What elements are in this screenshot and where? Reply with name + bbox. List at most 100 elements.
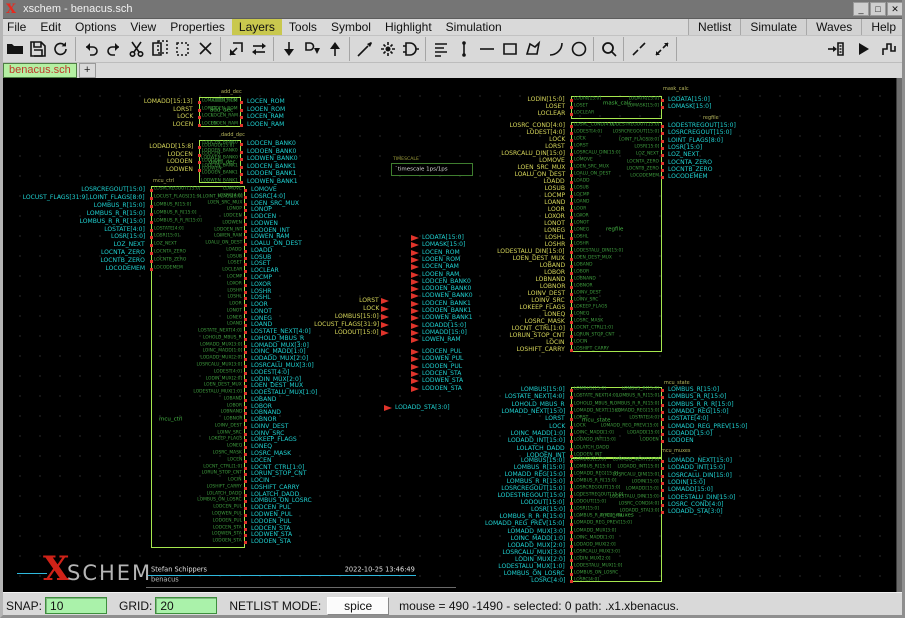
net-label[interactable]: LOCEN_ROM bbox=[422, 249, 460, 255]
net-label[interactable]: LOCODEMEM bbox=[105, 265, 145, 271]
net-label[interactable]: LODADD[15:0] bbox=[422, 322, 466, 328]
toolbar-zoom-box-icon[interactable] bbox=[627, 38, 650, 61]
grid-field[interactable]: 20 bbox=[155, 597, 217, 614]
net-label[interactable]: LOADD bbox=[251, 247, 272, 253]
net-label[interactable]: LODWEN_BANK0 bbox=[247, 155, 298, 161]
net-label[interactable]: LOMBUS_R_R[15:0] bbox=[668, 393, 726, 399]
net-label[interactable]: LOSHR bbox=[544, 241, 565, 247]
toolbar-zoom-full-icon[interactable] bbox=[650, 38, 673, 61]
net-label[interactable]: LONOT bbox=[544, 220, 565, 226]
net-label[interactable]: LOCUST_FLAGS[31:9],LOINT_FLAGS[8:0] bbox=[23, 194, 145, 200]
net-label[interactable]: LODESTREGOUT[15:0] bbox=[668, 122, 736, 128]
toolbar-pop-hierarchy-icon[interactable] bbox=[224, 38, 247, 61]
net-label[interactable]: LOCNTA_ZERO bbox=[101, 249, 145, 255]
menu-file[interactable]: File bbox=[0, 19, 33, 35]
net-label[interactable]: LOCIN bbox=[547, 339, 565, 345]
menu-highlight[interactable]: Highlight bbox=[378, 19, 439, 35]
menu-waves[interactable]: Waves bbox=[806, 19, 861, 35]
toolbar-undo-icon[interactable] bbox=[79, 38, 102, 61]
net-label[interactable]: LOCEN_RAM bbox=[247, 113, 284, 119]
net-label[interactable]: LOSRC_MASK bbox=[525, 318, 565, 324]
net-label[interactable]: LOSHIFT_CARRY bbox=[517, 346, 565, 352]
net-label[interactable]: LOMBUS[15:0] bbox=[521, 386, 565, 392]
net-label[interactable]: LODOUT[15:0] bbox=[335, 329, 379, 335]
minimize-button[interactable]: _ bbox=[853, 2, 869, 16]
net-label[interactable]: LOMBUS[15:0] bbox=[521, 457, 565, 463]
net-label[interactable]: LOXOR bbox=[545, 213, 565, 219]
net-label[interactable]: LOSTATE_NEXT[4:0] bbox=[251, 328, 311, 334]
net-label[interactable]: LODESTREGOUT[15:0] bbox=[497, 492, 565, 498]
toolbar-search-icon[interactable] bbox=[597, 38, 620, 61]
net-label[interactable]: LOMADD_REG[15:0] bbox=[504, 471, 565, 477]
menu-simulate[interactable]: Simulate bbox=[740, 19, 806, 35]
net-label[interactable]: LODEST[4:0] bbox=[527, 129, 565, 135]
net-label[interactable]: LOMBUS_R[15:0] bbox=[94, 202, 145, 208]
net-label[interactable]: LOCMP bbox=[251, 274, 272, 280]
net-label[interactable]: LOMOVE bbox=[539, 157, 565, 163]
net-label[interactable]: LODOEN_STA bbox=[422, 385, 462, 391]
net-label[interactable]: LOMADD_REG[15:0] bbox=[668, 408, 729, 414]
net-label[interactable]: LORUN_STOP_CNT bbox=[509, 332, 565, 338]
toolbar-waves-icon[interactable] bbox=[878, 38, 901, 61]
net-label[interactable]: LOOR bbox=[251, 301, 268, 307]
net-label[interactable]: LORST bbox=[545, 143, 565, 149]
net-label[interactable]: LOMBUS_R_R[15:0] bbox=[507, 478, 565, 484]
toolbar-swap-icon[interactable] bbox=[247, 38, 270, 61]
net-label[interactable]: LOSET bbox=[546, 103, 565, 109]
net-label[interactable]: LOMBUS[15:0] bbox=[335, 313, 379, 319]
menu-netlist[interactable]: Netlist bbox=[688, 19, 740, 35]
toolbar-descend-icon[interactable] bbox=[277, 38, 300, 61]
net-label[interactable]: LOMADD_REG_PREV[15:0] bbox=[486, 520, 565, 526]
net-label[interactable]: LOLATCH_DADD bbox=[517, 445, 565, 451]
net-label[interactable]: LOSR[15:0] bbox=[668, 144, 702, 150]
net-label[interactable]: LODWEN_PUL bbox=[422, 355, 463, 361]
toolbar-brightness-icon[interactable] bbox=[376, 38, 399, 61]
new-tab-button[interactable]: + bbox=[79, 63, 96, 78]
menu-layers[interactable]: Layers bbox=[232, 19, 282, 35]
net-label[interactable]: LODESTALU_DIN[15:0] bbox=[498, 248, 565, 254]
net-label[interactable]: LOCIN bbox=[251, 477, 269, 483]
net-label[interactable]: LOCNTB_ZERO bbox=[101, 257, 145, 263]
net-label[interactable]: LOMBUS_ON_LOSRC bbox=[504, 570, 565, 576]
net-label[interactable]: LOINC_MADD[1:0] bbox=[510, 535, 565, 541]
net-label[interactable]: LOMBUS_R_R_R[15:0] bbox=[79, 218, 145, 224]
toolbar-arc-icon[interactable] bbox=[544, 38, 567, 61]
net-label[interactable]: LOSTATE_NEXT[4:0] bbox=[505, 393, 565, 399]
net-label[interactable]: LODWEN_PUL bbox=[251, 511, 292, 517]
net-label[interactable]: LOZ_NEXT bbox=[114, 241, 145, 247]
net-label[interactable]: LODWEN_BANK1 bbox=[422, 314, 473, 320]
toolbar-open-file-icon[interactable] bbox=[3, 38, 26, 61]
toolbar-gate-icon[interactable] bbox=[399, 38, 422, 61]
net-label[interactable]: LOMADD[15:0] bbox=[422, 329, 467, 335]
net-label[interactable]: LOSRCREGOUT[15:0] bbox=[501, 485, 565, 491]
net-label[interactable]: LODADD_INT[15:0] bbox=[508, 437, 565, 443]
net-label[interactable]: LOSTATE[4:0] bbox=[104, 226, 145, 232]
net-label[interactable]: LOMADD_REG_PREV[15:0] bbox=[668, 423, 747, 429]
net-label[interactable]: LONEQ bbox=[251, 443, 272, 449]
net-label[interactable]: LOSRC_COND[4:0] bbox=[668, 501, 724, 507]
net-label[interactable]: LOSR[15:0] bbox=[111, 233, 145, 239]
net-label[interactable]: LOOEN_RAM bbox=[247, 121, 284, 127]
net-label[interactable]: LODESTALU_DIN[15:0] bbox=[668, 494, 735, 500]
toolbar-delete-icon[interactable] bbox=[194, 38, 217, 61]
net-label[interactable]: LOCNTA_ZERO bbox=[668, 159, 712, 165]
net-label[interactable]: LOOEN_RAM bbox=[422, 271, 459, 277]
net-label[interactable]: LOSRC_MASK bbox=[251, 450, 291, 456]
net-label[interactable]: LOMADD[15:0] bbox=[668, 486, 713, 492]
net-label[interactable]: LOCK bbox=[549, 136, 565, 142]
toolbar-cut-icon[interactable] bbox=[125, 38, 148, 61]
net-label[interactable]: LOEN_DEST_MUX bbox=[513, 255, 565, 261]
net-label[interactable]: LOADD bbox=[544, 178, 565, 184]
net-label[interactable]: LOCEN bbox=[251, 457, 271, 463]
net-label[interactable]: LOMADD_NEXT[15:0] bbox=[501, 408, 565, 414]
net-label[interactable]: LOCEN_ROM bbox=[247, 98, 285, 104]
net-label[interactable]: LODESTALU_MUX[1:0] bbox=[499, 563, 565, 569]
net-label[interactable]: LOCEN_RAM bbox=[422, 263, 459, 269]
close-button[interactable]: ✕ bbox=[887, 2, 903, 16]
net-label[interactable]: LONOP bbox=[251, 206, 272, 212]
net-label[interactable]: LOXOR bbox=[251, 281, 271, 287]
net-label[interactable]: LOCLEAR bbox=[537, 110, 565, 116]
net-label[interactable]: LOCK bbox=[177, 113, 193, 119]
net-label[interactable]: LONOT bbox=[251, 308, 272, 314]
net-label[interactable]: LOWEN_RAM bbox=[422, 336, 461, 342]
